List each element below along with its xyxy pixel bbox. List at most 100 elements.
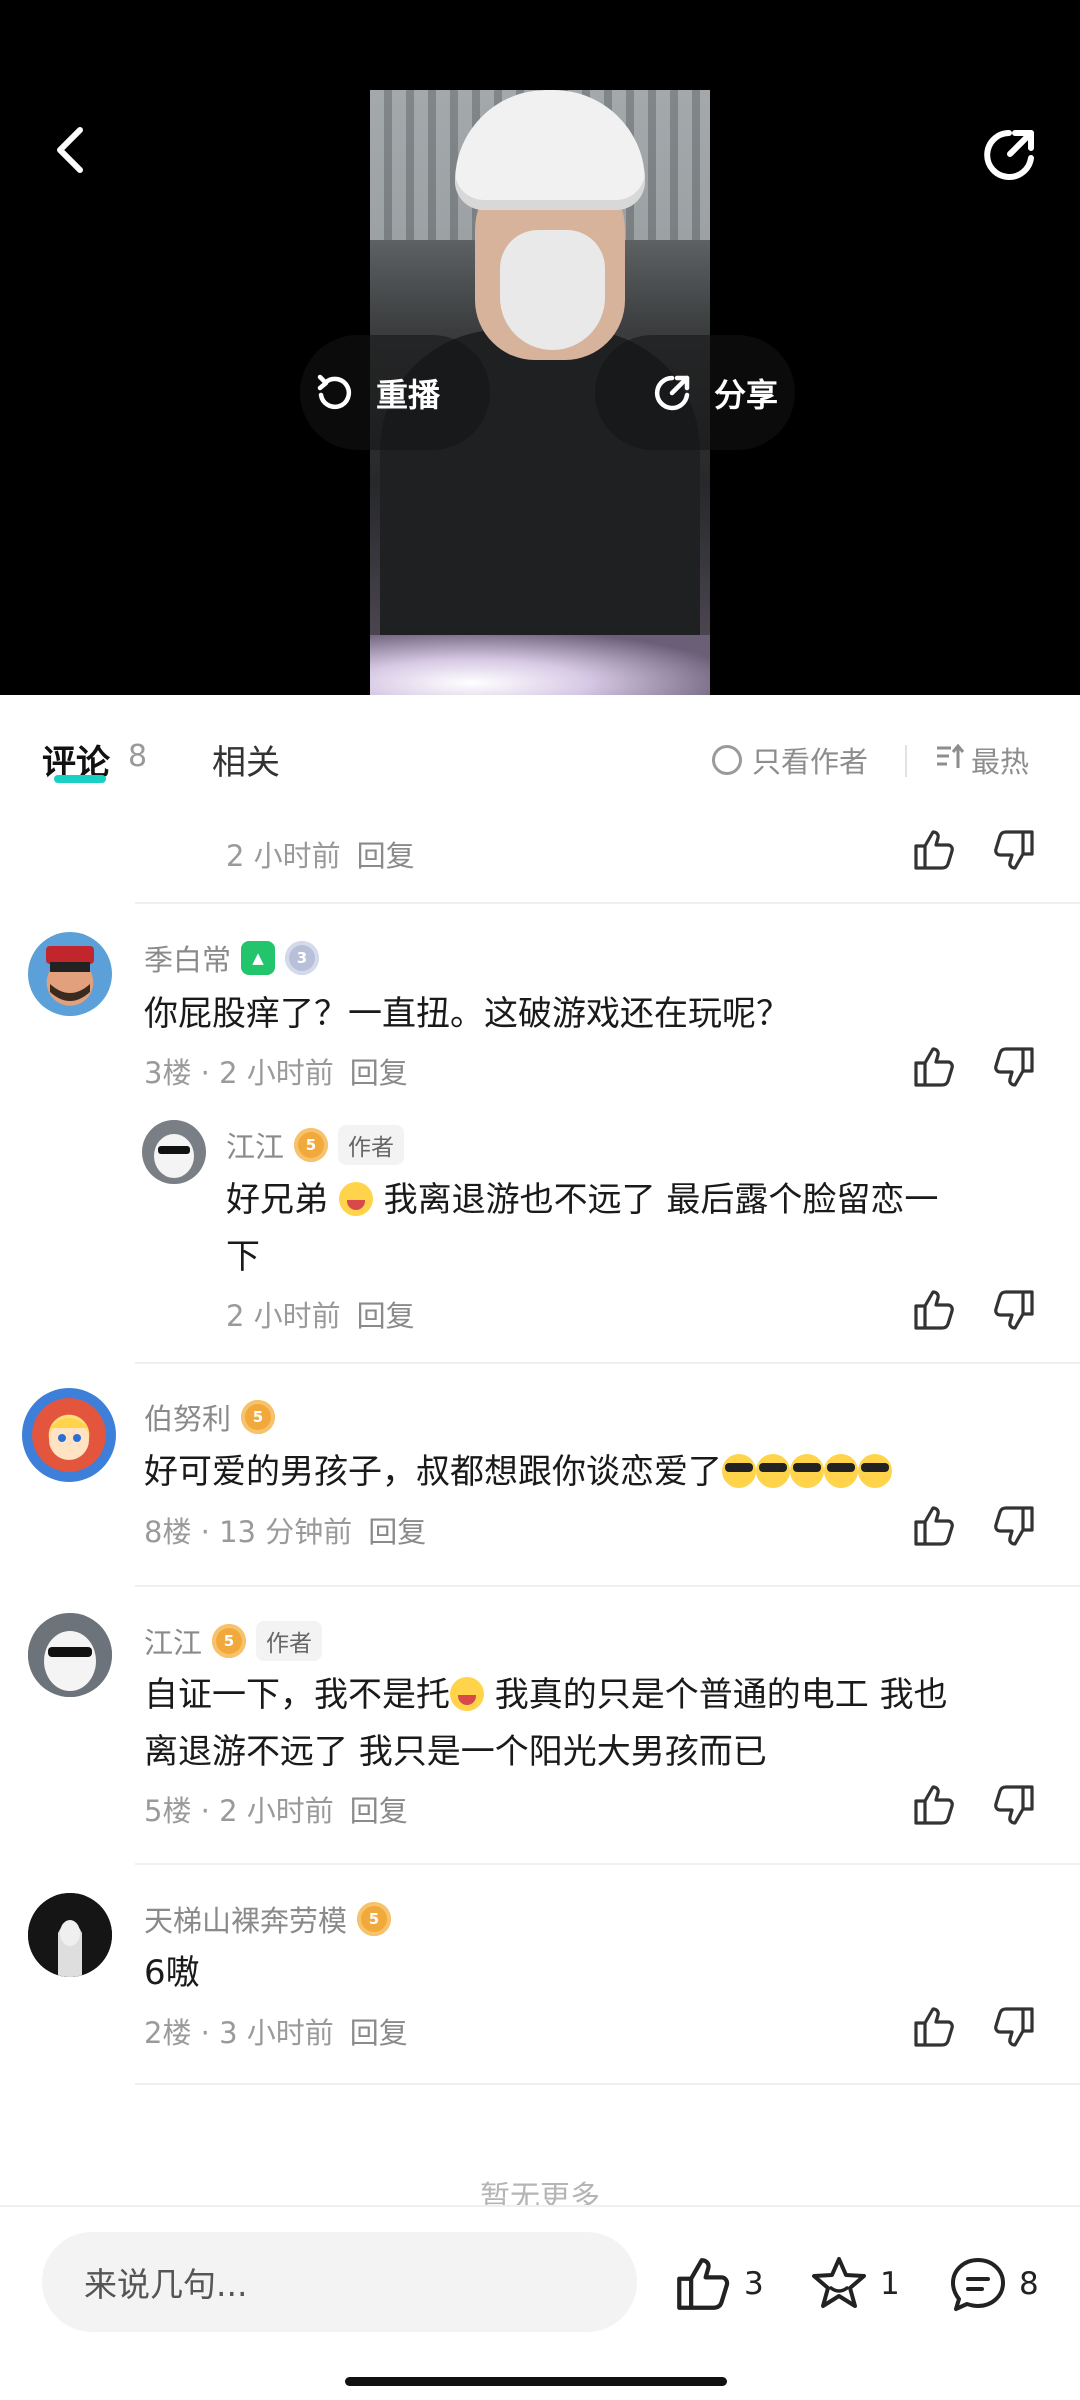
- comments-count: 8: [128, 739, 148, 774]
- comment-text-part: 好可爱的男孩子，叔都想跟你谈恋爱了: [144, 1452, 722, 1492]
- author-only-label: 只看作者: [752, 745, 869, 779]
- username-text: 江江: [226, 1130, 285, 1164]
- avatar[interactable]: [28, 1893, 112, 1977]
- dislike-icon[interactable]: [990, 1286, 1038, 1334]
- dislike-icon[interactable]: [990, 826, 1038, 874]
- cool-emoji-icon: [858, 1454, 892, 1488]
- username-text: 季白常: [144, 943, 232, 977]
- cool-emoji-icon: [824, 1454, 858, 1488]
- like-count: 3: [744, 2266, 764, 2302]
- like-icon[interactable]: [910, 1502, 958, 1550]
- cool-emoji-icon: [756, 1454, 790, 1488]
- comment-username[interactable]: 伯努利 5: [144, 1396, 276, 1438]
- dislike-icon[interactable]: [990, 1781, 1038, 1829]
- cool-emoji-icon: [790, 1454, 824, 1488]
- share-outline-icon: [650, 371, 694, 415]
- comment-text-part: 我真的只是个普通的电工 我也: [484, 1675, 948, 1715]
- reply-text-part: 好兄弟: [226, 1180, 339, 1220]
- reply-link[interactable]: 回复: [368, 1515, 426, 1549]
- like-icon[interactable]: [910, 1286, 958, 1334]
- comments-button[interactable]: 8: [947, 2253, 1039, 2315]
- comment-input[interactable]: 来说几句...: [42, 2232, 637, 2332]
- level-badge-icon: 5: [357, 1902, 392, 1936]
- comment-floor-time: 2楼 · 3 小时前: [144, 2016, 334, 2050]
- avatar[interactable]: [28, 932, 112, 1016]
- reply-link[interactable]: 回复: [350, 1056, 408, 1090]
- comment-tabs: 评论 8 相关 只看作者 最热: [0, 695, 1080, 825]
- dislike-icon[interactable]: [990, 2003, 1038, 2051]
- reply-link[interactable]: 回复: [357, 1299, 415, 1333]
- comment-meta: 2 小时前 回复: [226, 1293, 415, 1335]
- comment-divider: [135, 1362, 1080, 1364]
- crying-emoji-icon: [450, 1677, 484, 1711]
- comment-meta: 2 小时前 回复: [226, 833, 415, 875]
- comment-text: 6嗷: [144, 1953, 200, 1993]
- username-text: 天梯山裸奔劳模: [144, 1904, 348, 1938]
- comment-time: 2 小时前: [226, 1299, 341, 1333]
- avatar[interactable]: [22, 1388, 116, 1482]
- share-label: 分享: [714, 375, 779, 414]
- avatar[interactable]: [28, 1613, 112, 1697]
- reply-link[interactable]: 回复: [357, 839, 415, 873]
- favorite-button[interactable]: 1: [808, 2253, 900, 2315]
- like-button[interactable]: 3: [672, 2253, 764, 2315]
- tab-related[interactable]: 相关: [212, 735, 280, 784]
- like-icon[interactable]: [910, 1043, 958, 1091]
- comment-username[interactable]: 天梯山裸奔劳模 5: [144, 1898, 392, 1940]
- comment-count: 8: [1019, 2266, 1039, 2302]
- comment-bubble-icon: [947, 2253, 1009, 2315]
- thumbs-up-icon: [672, 2253, 734, 2315]
- comment-divider: [135, 2083, 1080, 2085]
- video-player[interactable]: 重播 分享: [0, 0, 1080, 695]
- star-icon: [808, 2253, 870, 2315]
- like-icon[interactable]: [910, 826, 958, 874]
- favorite-count: 1: [880, 2266, 900, 2302]
- back-icon[interactable]: [40, 120, 100, 180]
- replay-icon: [312, 371, 356, 415]
- avatar[interactable]: [142, 1120, 206, 1184]
- author-only-toggle[interactable]: 只看作者: [712, 739, 868, 781]
- bottom-bar: 来说几句... 3 1 8: [0, 2205, 1080, 2400]
- level-badge-icon: 5: [212, 1624, 247, 1658]
- like-icon[interactable]: [910, 2003, 958, 2051]
- like-icon[interactable]: [910, 1781, 958, 1829]
- comment-username[interactable]: 江江 5 作者: [144, 1620, 323, 1662]
- share-icon[interactable]: [975, 120, 1045, 190]
- comment-text-part: 离退游不远了 我只是一个阳光大男孩而已: [144, 1732, 767, 1772]
- reply-text-part: 我离退游也不远了 最后露个脸留恋一: [372, 1180, 939, 1220]
- dislike-icon[interactable]: [990, 1502, 1038, 1550]
- username-text: 伯努利: [144, 1402, 232, 1436]
- comment-meta: 5楼 · 2 小时前 回复: [144, 1788, 408, 1830]
- share-button[interactable]: 分享: [595, 335, 795, 450]
- level-badge-icon: 5: [294, 1128, 329, 1162]
- sort-label: 最热: [971, 745, 1030, 779]
- comment-input-placeholder: 来说几句...: [84, 2265, 248, 2304]
- author-tag: 作者: [256, 1621, 323, 1661]
- comment-meta: 3楼 · 2 小时前 回复: [144, 1050, 408, 1092]
- replay-label: 重播: [376, 375, 441, 414]
- home-indicator: [345, 2377, 727, 2386]
- comment-floor-time: 5楼 · 2 小时前: [144, 1794, 334, 1828]
- level-badge-icon: 5: [241, 1400, 276, 1434]
- username-text: 江江: [144, 1626, 203, 1660]
- comment-floor-time: 3楼 · 2 小时前: [144, 1056, 334, 1090]
- comment-username[interactable]: 季白常 ▲ 3: [144, 937, 320, 979]
- tab-divider: [905, 745, 907, 777]
- comment-divider: [135, 902, 1080, 904]
- replay-button[interactable]: 重播: [300, 335, 490, 450]
- level-badge-icon: 3: [285, 941, 320, 975]
- reply-username[interactable]: 江江 5 作者: [226, 1124, 405, 1166]
- comment-time: 2 小时前: [226, 839, 341, 873]
- video-mask: [500, 230, 605, 350]
- dislike-icon[interactable]: [990, 1043, 1038, 1091]
- reply-text: 好兄弟 我离退游也不远了 最后露个脸留恋一下: [226, 1172, 1036, 1286]
- reply-link[interactable]: 回复: [350, 1794, 408, 1828]
- reply-link[interactable]: 回复: [350, 2016, 408, 2050]
- comment-text: 好可爱的男孩子，叔都想跟你谈恋爱了: [144, 1444, 892, 1501]
- tab-active-indicator: [54, 775, 106, 783]
- sort-button[interactable]: 最热: [935, 739, 1029, 781]
- cool-emoji-icon: [722, 1454, 756, 1488]
- comment-meta: 8楼 · 13 分钟前 回复: [144, 1509, 426, 1551]
- comment-text: 你屁股痒了？一直扭。这破游戏还在玩呢？: [144, 994, 790, 1034]
- radio-icon: [712, 745, 742, 775]
